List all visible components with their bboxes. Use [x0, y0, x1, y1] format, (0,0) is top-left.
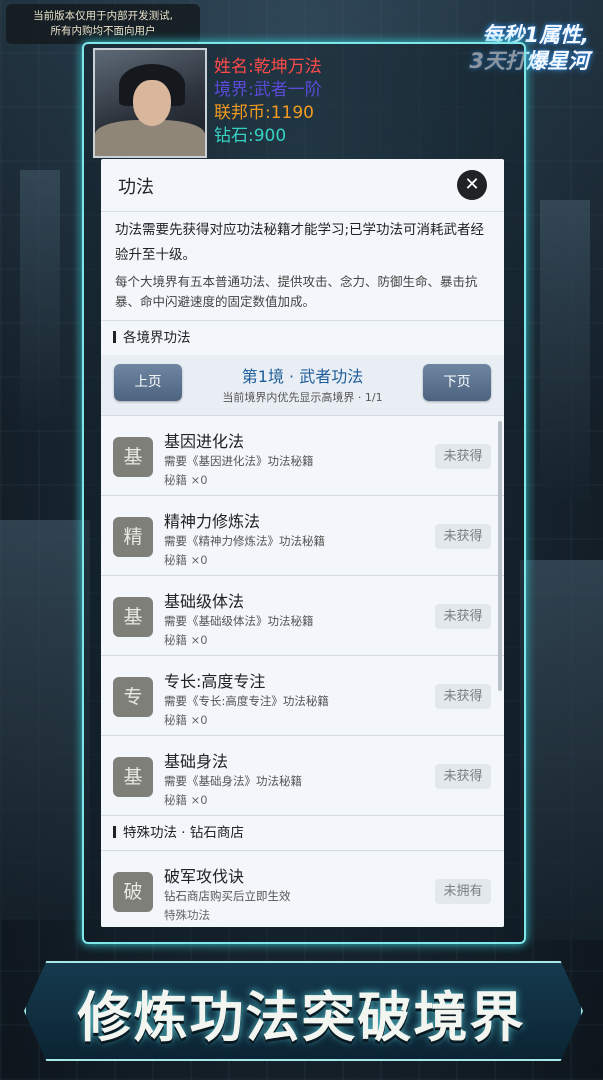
skill-requirement: 需要《基因进化法》功法秘籍 — [164, 454, 314, 468]
close-icon[interactable]: ✕ — [457, 170, 487, 200]
skill-book-count: 秘籍 ×0 — [164, 633, 208, 647]
avatar[interactable] — [93, 48, 207, 158]
skill-icon: 专 — [113, 677, 153, 717]
skill-list: 基 基因进化法 需要《基因进化法》功法秘籍 秘籍 ×0 未获得 精 精神力修炼法… — [101, 415, 504, 815]
scrollbar[interactable] — [498, 421, 502, 691]
realm-pager: 上页 第1境 · 武者功法 当前境界内优先显示高境界 · 1/1 下页 — [101, 355, 504, 415]
skill-name: 专长:高度专注 — [164, 672, 266, 691]
skills-panel: 功法 ✕ 功法需要先获得对应功法秘籍才能学习;已学功法可消耗武者经验升至十级。 … — [101, 159, 504, 927]
background-tower — [20, 170, 60, 430]
player-stats: 姓名:乾坤万法 境界:武者一阶 联邦币:1190 钻石:900 — [214, 56, 322, 148]
section-bar — [113, 826, 116, 838]
section-bar — [113, 331, 116, 343]
intro-sub: 每个大境界有五本普通功法、提供攻击、念力、防御生命、暴击抗暴、命中闪避速度的固定… — [115, 274, 478, 309]
player-diamond: 钻石:900 — [214, 126, 287, 146]
skill-requirement: 钻石商店购买后立即生效 — [164, 889, 291, 903]
skill-name: 破军攻伐诀 — [164, 867, 245, 886]
status-badge: 未获得 — [435, 524, 491, 549]
panel-header: 功法 ✕ — [101, 159, 504, 212]
list-item[interactable]: 基 基础级体法 需要《基础级体法》功法秘籍 秘籍 ×0 未获得 — [101, 575, 504, 655]
skill-icon: 基 — [113, 597, 153, 637]
skill-icon: 破 — [113, 872, 153, 912]
list-item[interactable]: 基 基因进化法 需要《基因进化法》功法秘籍 秘籍 ×0 未获得 — [101, 415, 504, 495]
dev-notice: 当前版本仅用于内部开发测试, 所有内购均不面向用户 — [6, 4, 200, 44]
skill-name: 基因进化法 — [164, 432, 245, 451]
skill-icon: 精 — [113, 517, 153, 557]
skill-book-count: 秘籍 ×0 — [164, 793, 208, 807]
list-item[interactable]: 专 专长:高度专注 需要《专长:高度专注》功法秘籍 秘籍 ×0 未获得 — [101, 655, 504, 735]
list-item[interactable]: 基 基础身法 需要《基础身法》功法秘籍 秘籍 ×0 未获得 — [101, 735, 504, 815]
skill-name: 基础身法 — [164, 752, 229, 771]
skill-icon: 基 — [113, 757, 153, 797]
list-item[interactable]: 精 精神力修炼法 需要《精神力修炼法》功法秘籍 秘籍 ×0 未获得 — [101, 495, 504, 575]
avatar-face — [133, 80, 171, 126]
status-badge: 未获得 — [435, 444, 491, 469]
section-realm-label: 各境界功法 — [123, 330, 191, 346]
skill-name: 基础级体法 — [164, 592, 245, 611]
player-name: 姓名:乾坤万法 — [214, 57, 322, 77]
skill-icon: 基 — [113, 437, 153, 477]
promo-banner: 修炼功法突破境界 — [10, 955, 593, 1065]
skill-book-count: 秘籍 ×0 — [164, 713, 208, 727]
skill-requirement: 需要《精神力修炼法》功法秘籍 — [164, 534, 325, 548]
list-item[interactable]: 破 破军攻伐诀 钻石商店购买后立即生效 特殊功法 未拥有 — [101, 850, 504, 927]
skill-book-count: 秘籍 ×0 — [164, 553, 208, 567]
background-tower — [540, 200, 590, 500]
status-badge: 未拥有 — [435, 879, 491, 904]
skill-requirement: 需要《专长:高度专注》功法秘籍 — [164, 694, 329, 708]
status-badge: 未获得 — [435, 604, 491, 629]
panel-title: 功法 — [118, 177, 154, 198]
skill-book-count: 秘籍 ×0 — [164, 473, 208, 487]
section-special: 特殊功法 · 钻石商店 — [101, 815, 504, 850]
background-tower — [520, 560, 603, 940]
next-page-button[interactable]: 下页 — [423, 364, 491, 401]
dev-notice-line1: 当前版本仅用于内部开发测试, — [33, 10, 173, 22]
banner-text: 修炼功法突破境界 — [77, 986, 526, 1049]
player-realm: 境界:武者一阶 — [214, 80, 322, 100]
background-tower — [0, 520, 90, 920]
skill-requirement: 需要《基础身法》功法秘籍 — [164, 774, 302, 788]
status-badge: 未获得 — [435, 764, 491, 789]
status-badge: 未获得 — [435, 684, 491, 709]
skill-type: 特殊功法 — [164, 908, 210, 922]
dev-notice-line2: 所有内购均不面向用户 — [50, 25, 156, 37]
player-coin: 联邦币:1190 — [214, 103, 314, 123]
section-realm: 各境界功法 — [101, 321, 504, 355]
section-special-label: 特殊功法 · 钻石商店 — [123, 825, 244, 841]
skill-name: 精神力修炼法 — [164, 512, 261, 531]
skill-requirement: 需要《基础级体法》功法秘籍 — [164, 614, 314, 628]
intro-main: 功法需要先获得对应功法秘籍才能学习;已学功法可消耗武者经验升至十级。 — [115, 222, 485, 263]
